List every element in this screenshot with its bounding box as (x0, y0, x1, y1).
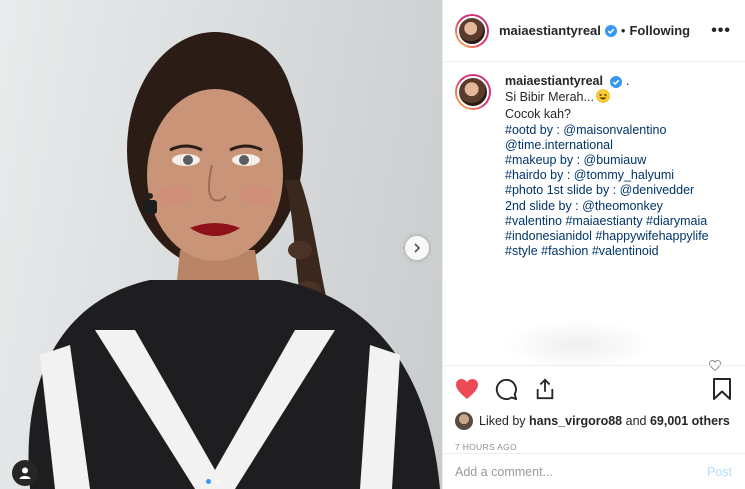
action-bar (455, 376, 734, 402)
portrait-image (28, 32, 440, 489)
likes-conjunction: and (625, 414, 647, 428)
comment-input[interactable] (455, 464, 707, 479)
separator-dot: • (620, 23, 626, 38)
share-button[interactable] (534, 378, 556, 400)
caption-header: maiaestiantyreal . (505, 74, 709, 89)
comment-button[interactable] (495, 378, 518, 401)
caption-line-tags[interactable]: 2nd slide by : @theomonkey (505, 199, 709, 214)
post-photo[interactable] (0, 0, 442, 489)
caption-line: Si Bibir Merah... (505, 89, 709, 107)
caption-line-tags[interactable]: #photo 1st slide by : @denivedder (505, 183, 709, 198)
verified-badge-icon (604, 24, 617, 37)
caption-dot: . (625, 74, 630, 88)
carousel-indicator (206, 479, 220, 484)
post-timestamp[interactable]: 7 HOURS AGO (455, 442, 734, 452)
more-options-button[interactable]: ••• (711, 22, 731, 40)
carousel-dot-active (206, 479, 211, 484)
post-side-panel: maiaestiantyreal • Following ••• maiaest… (442, 0, 745, 489)
save-button[interactable] (712, 377, 732, 401)
caption-username[interactable]: maiaestiantyreal (505, 74, 603, 88)
caption-line-hashtags[interactable]: #valentino #maiaestianty #diarymaia (505, 214, 709, 229)
post-comment-button[interactable]: Post (707, 465, 732, 479)
caption-line-hashtags[interactable]: #indonesianidol #happywifehappylife (505, 229, 709, 244)
carousel-next-button[interactable] (405, 236, 429, 260)
caption-line: Cocok kah? (505, 107, 572, 122)
caption-line-hashtags[interactable]: #style #fashion #valentinoid (505, 244, 709, 259)
comments-area: maiaestiantyreal . Si Bibir Merah... Coc… (443, 62, 745, 372)
verified-badge-icon (610, 75, 623, 88)
liker-avatar[interactable] (455, 412, 473, 430)
liker-username[interactable]: hans_virgoro88 (529, 414, 622, 428)
bookmark-icon (713, 378, 731, 400)
chevron-right-icon (414, 243, 421, 253)
caption-line-tags[interactable]: #makeup by : @bumiauw (505, 153, 709, 168)
post-header: maiaestiantyreal • Following ••• (443, 0, 745, 62)
heart-icon (456, 379, 478, 399)
caption-row: maiaestiantyreal . Si Bibir Merah... Coc… (455, 74, 731, 259)
like-button[interactable] (455, 378, 479, 400)
caption-line-tags[interactable]: #ootd by : @maisonvalentino (505, 123, 709, 138)
grinning-squint-emoji-icon (596, 89, 610, 107)
caption-text: maiaestiantyreal . Si Bibir Merah... Coc… (505, 74, 709, 259)
author-username[interactable]: maiaestiantyreal (499, 23, 601, 38)
likes-prefix: Liked by (479, 414, 526, 428)
caption-line-tags[interactable]: @time.international (505, 138, 709, 153)
caption-line-tags[interactable]: #hairdo by : @tommy_halyumi (505, 168, 709, 183)
comment-form: Post (443, 453, 745, 489)
user-tags-button[interactable] (12, 460, 38, 486)
share-icon (536, 378, 554, 400)
likes-count[interactable]: 69,001 others (650, 414, 730, 428)
author-avatar[interactable] (455, 13, 489, 48)
blurred-comment (503, 320, 653, 370)
comment-icon (495, 378, 518, 400)
following-button[interactable]: Following (629, 23, 690, 38)
post-actions: Liked by hans_virgoro88 and 69,001 other… (443, 365, 745, 452)
user-tag-icon (19, 467, 31, 479)
carousel-dot (215, 479, 220, 484)
caption-avatar[interactable] (455, 74, 491, 110)
likes-summary: Liked by hans_virgoro88 and 69,001 other… (455, 412, 734, 430)
